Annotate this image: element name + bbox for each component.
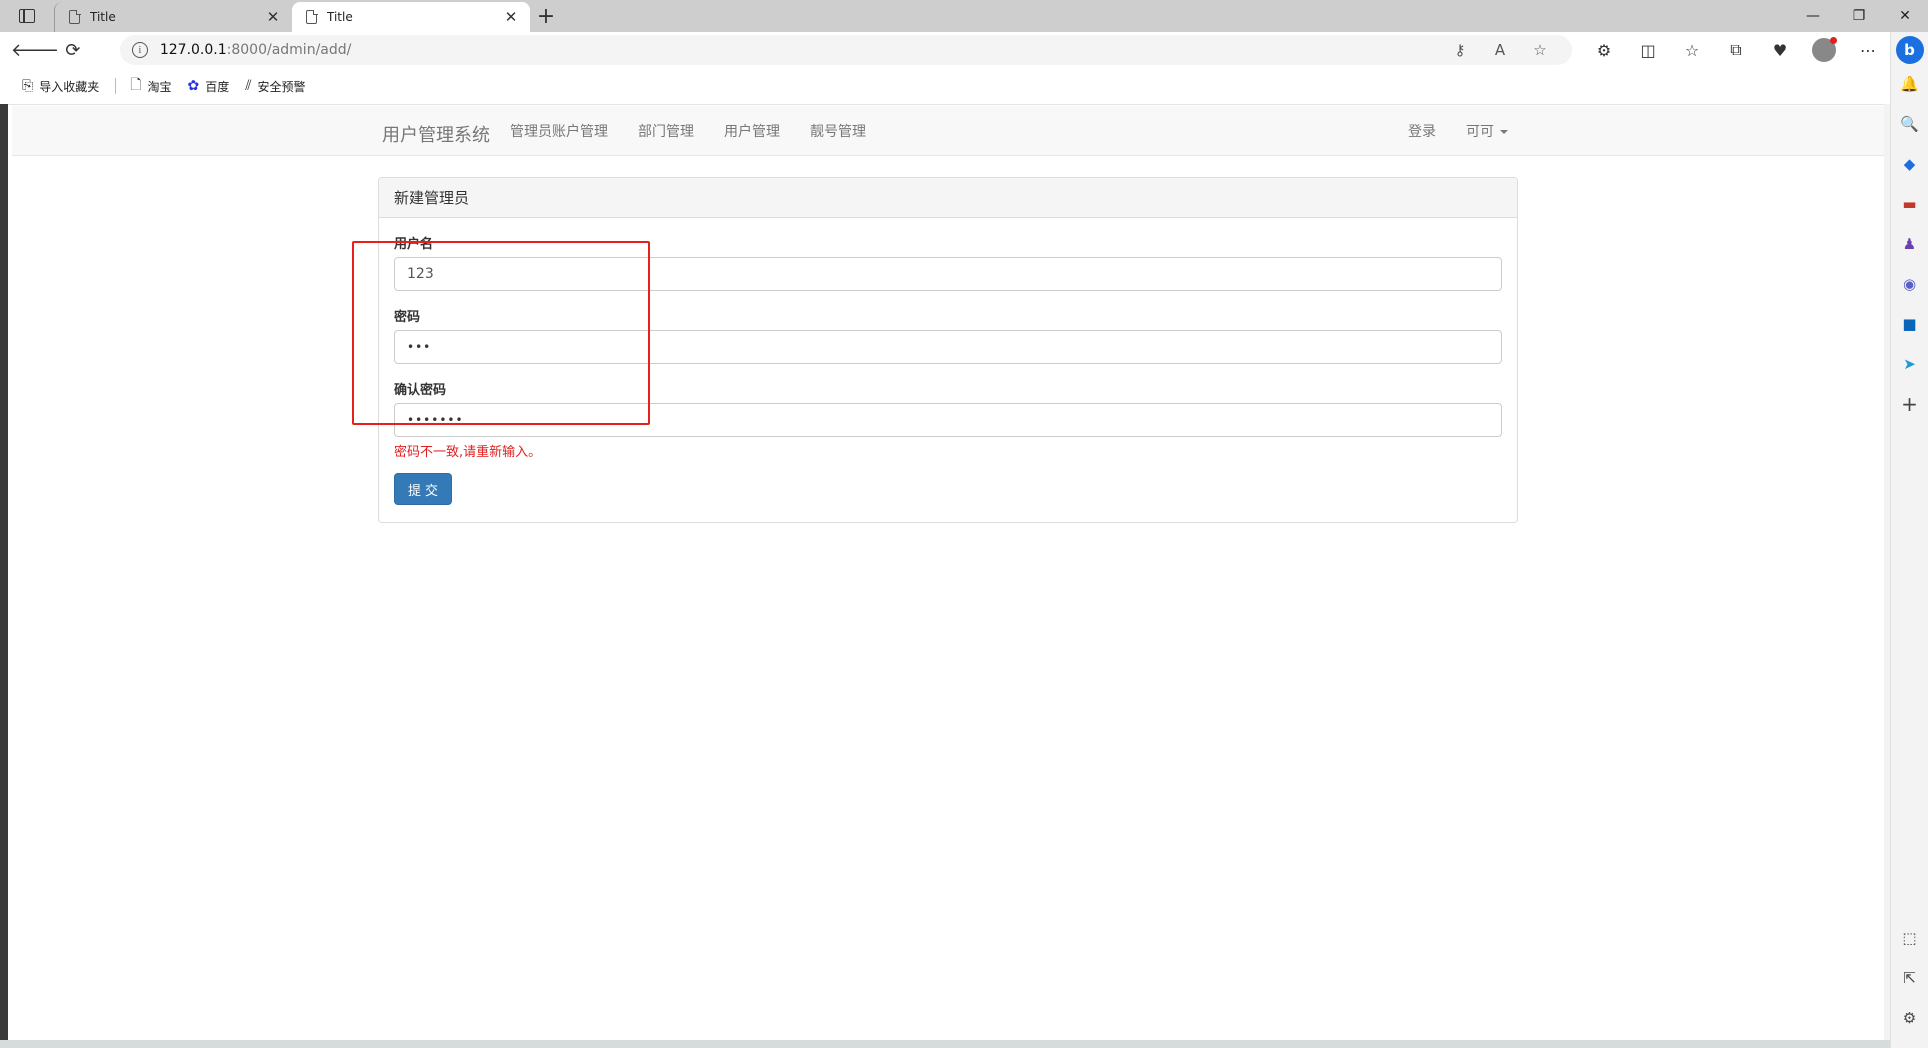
security-alert-icon: ⫽ xyxy=(245,78,252,94)
performance-icon[interactable]: ♥ xyxy=(1758,41,1802,60)
sidebar-bottom: ⬚ ⇱ ⚙ xyxy=(1891,918,1928,1038)
close-tab-icon[interactable]: ✕ xyxy=(502,8,520,26)
favorites-bar: ⎘ 导入收藏夹 🗋 淘宝 ✿ 百度 ⫽ 安全预警 xyxy=(0,68,1890,104)
favorite-label: 淘宝 xyxy=(147,79,172,94)
divider xyxy=(115,78,117,94)
window-left-edge xyxy=(0,104,8,1048)
favorite-security[interactable]: ⫽ 安全预警 xyxy=(245,78,305,95)
collections-icon[interactable]: ⧉ xyxy=(1714,40,1758,60)
import-icon: ⎘ xyxy=(22,78,34,94)
screenshot-icon[interactable]: ⬚ xyxy=(1891,918,1928,958)
tab-actions-icon xyxy=(19,9,35,23)
notification-bell-icon[interactable]: 🔔 xyxy=(1891,64,1928,104)
document-icon: 🗋 xyxy=(130,77,142,93)
tab-strip: Title ✕ Title ✕ + — ❐ ✕ xyxy=(0,0,1928,32)
baidu-paw-icon: ✿ xyxy=(187,78,200,94)
nav-users[interactable]: 用户管理 xyxy=(724,121,780,141)
panel-title: 新建管理员 xyxy=(379,178,1517,218)
submit-button[interactable]: 提交 xyxy=(394,473,452,505)
games-icon[interactable]: ♟ xyxy=(1891,224,1928,264)
tools-icon[interactable]: ▬ xyxy=(1891,184,1928,224)
microsoft-365-icon[interactable]: ◉ xyxy=(1891,264,1928,304)
favorites-icon[interactable]: ☆ xyxy=(1670,41,1714,60)
favorite-label: 导入收藏夹 xyxy=(39,79,100,94)
address-bar[interactable]: i 127.0.0.1 :8000/admin/add/ ⚷ A ☆ xyxy=(119,35,1572,65)
taskbar-strip xyxy=(0,1040,1890,1048)
page-icon xyxy=(69,9,81,24)
navbar-brand[interactable]: 用户管理系统 xyxy=(382,121,490,147)
caret-down-icon xyxy=(1500,130,1508,134)
shopping-tag-icon[interactable]: ◆ xyxy=(1891,144,1928,184)
window-controls: — ❐ ✕ xyxy=(1790,0,1928,32)
close-tab-icon[interactable]: ✕ xyxy=(264,8,282,26)
read-aloud-icon[interactable]: A xyxy=(1480,41,1520,59)
favorite-star-icon[interactable]: ☆ xyxy=(1520,41,1560,59)
site-info-icon[interactable]: i xyxy=(131,42,148,58)
tab-actions-button[interactable] xyxy=(0,0,54,32)
favorite-baidu[interactable]: ✿ 百度 xyxy=(188,78,230,95)
minimize-button[interactable]: — xyxy=(1790,0,1836,32)
favorite-import[interactable]: ⎘ 导入收藏夹 xyxy=(22,78,99,95)
favorite-label: 安全预警 xyxy=(257,79,306,94)
close-window-button[interactable]: ✕ xyxy=(1882,0,1928,32)
sidebar-settings-icon[interactable]: ⚙ xyxy=(1891,998,1928,1038)
browser-toolbar: 🡐 ⟳ i 127.0.0.1 :8000/admin/add/ ⚷ A ☆ ⚙… xyxy=(0,32,1890,68)
refresh-button[interactable]: ⟳ xyxy=(54,32,92,68)
add-sidebar-item-icon[interactable]: + xyxy=(1891,384,1928,424)
send-icon[interactable]: ➤ xyxy=(1891,344,1928,384)
user-dropdown[interactable]: 可可 xyxy=(1466,121,1508,141)
favorite-label: 百度 xyxy=(205,79,230,94)
copilot-icon[interactable]: b xyxy=(1895,36,1924,64)
profile-avatar[interactable] xyxy=(1812,37,1837,62)
page-icon xyxy=(306,9,318,24)
toolbar-icons: ⚙ ◫ ☆ ⧉ ♥ ⋯ xyxy=(1582,37,1890,62)
favorite-taobao[interactable]: 🗋 淘宝 xyxy=(130,74,171,98)
browser-tab-2[interactable]: Title ✕ xyxy=(292,2,530,32)
page-viewport: 用户管理系统 管理员账户管理 部门管理 用户管理 靓号管理 登录 可可 新建管理… xyxy=(8,104,1884,1040)
more-menu-icon[interactable]: ⋯ xyxy=(1846,41,1890,60)
open-external-icon[interactable]: ⇱ xyxy=(1891,958,1928,998)
navbar-links: 管理员账户管理 部门管理 用户管理 靓号管理 xyxy=(510,106,896,156)
navbar-right: 登录 可可 xyxy=(1408,106,1538,156)
back-button[interactable]: 🡐 xyxy=(11,32,59,68)
url-path: :8000/admin/add/ xyxy=(226,42,352,58)
nav-admin-accounts[interactable]: 管理员账户管理 xyxy=(510,121,608,141)
extensions-icon[interactable]: ⚙ xyxy=(1582,41,1626,60)
nav-pretty-numbers[interactable]: 靓号管理 xyxy=(810,121,866,141)
tab-title: Title xyxy=(327,10,353,24)
browser-tab-1[interactable]: Title ✕ xyxy=(54,2,292,32)
split-screen-icon[interactable]: ◫ xyxy=(1626,41,1670,60)
tab-title: Title xyxy=(90,10,116,24)
outlook-icon[interactable]: ■ xyxy=(1891,304,1928,344)
key-icon[interactable]: ⚷ xyxy=(1440,41,1480,59)
browser-window: Title ✕ Title ✕ + — ❐ ✕ 🡐 ⟳ i 127.0.0.1 … xyxy=(0,0,1928,1048)
url-host: 127.0.0.1 xyxy=(159,42,227,58)
user-name: 可可 xyxy=(1466,124,1494,140)
password-mismatch-error: 密码不一致,请重新输入。 xyxy=(394,445,542,460)
restore-button[interactable]: ❐ xyxy=(1836,0,1882,32)
highlight-annotation-box xyxy=(352,241,650,425)
new-tab-button[interactable]: + xyxy=(530,0,562,32)
search-icon[interactable]: 🔍 xyxy=(1891,104,1928,144)
nav-departments[interactable]: 部门管理 xyxy=(638,121,694,141)
edge-sidebar: b 🔔 🔍 ◆ ▬ ♟ ◉ ■ ➤ + ⬚ ⇱ ⚙ xyxy=(1890,32,1928,1048)
site-navbar: 用户管理系统 管理员账户管理 部门管理 用户管理 靓号管理 登录 可可 xyxy=(12,106,1884,156)
login-link[interactable]: 登录 xyxy=(1408,121,1436,141)
